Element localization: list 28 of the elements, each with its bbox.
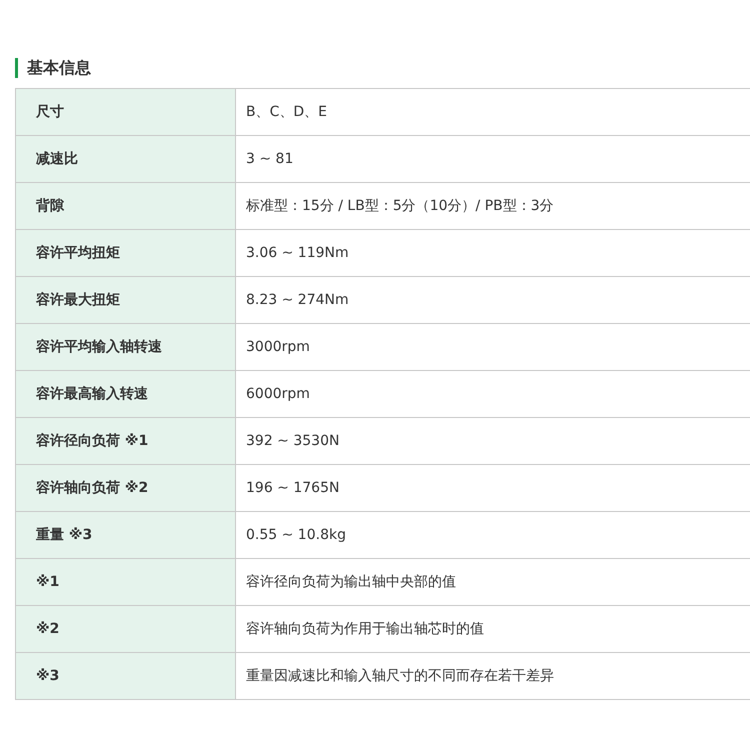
value-cell-text: 0.55 ~ 10.8kg bbox=[245, 526, 347, 544]
label-cell: 容许径向负荷 ※1 bbox=[16, 418, 236, 464]
value-cell-text: 6000rpm bbox=[245, 384, 311, 404]
label-cell: 容许轴向负荷 ※2 bbox=[16, 465, 236, 511]
value-cell-text: 8.23 ~ 274Nm bbox=[245, 290, 350, 310]
value-cell-text: 重量因减速比和输入轴尺寸的不同而存在若干差异 bbox=[245, 666, 555, 686]
label-cell: 减速比 bbox=[16, 136, 236, 182]
value-cell-text: 3 ~ 81 bbox=[245, 150, 294, 168]
label-cell: 容许最大扭矩 bbox=[16, 277, 236, 323]
value-cell-text: B、C、D、E bbox=[245, 102, 328, 122]
value-cell-text: 3000rpm bbox=[245, 338, 311, 356]
section-title: 基本信息 bbox=[27, 57, 91, 79]
value-cell-text: 标准型：15分 / LB型：5分（10分）/ PB型：3分 bbox=[245, 196, 555, 216]
label-cell: 容许最高输入转速 bbox=[16, 371, 236, 417]
label-cell: ※3 bbox=[16, 653, 236, 699]
value-cell-text: 196 ~ 1765N bbox=[245, 478, 340, 498]
label-cell: 背隙 bbox=[16, 183, 236, 229]
value-cell-text: 392 ~ 3530N bbox=[245, 432, 340, 450]
value-cell-text: 容许轴向负荷为作用于输出轴芯时的值 bbox=[245, 620, 485, 638]
label-cell: 容许平均输入轴转速 bbox=[16, 324, 236, 370]
value-cell-text: 3.06 ~ 119Nm bbox=[245, 244, 350, 262]
label-cell: ※1 bbox=[16, 559, 236, 605]
label-cell: 重量 ※3 bbox=[16, 512, 236, 558]
value-cell-text: 容许径向负荷为输出轴中央部的值 bbox=[245, 572, 457, 592]
label-cell: 容许平均扭矩 bbox=[16, 230, 236, 276]
label-cell: 尺寸 bbox=[16, 89, 236, 135]
label-cell: ※2 bbox=[16, 606, 236, 652]
accent-bar bbox=[15, 58, 18, 78]
